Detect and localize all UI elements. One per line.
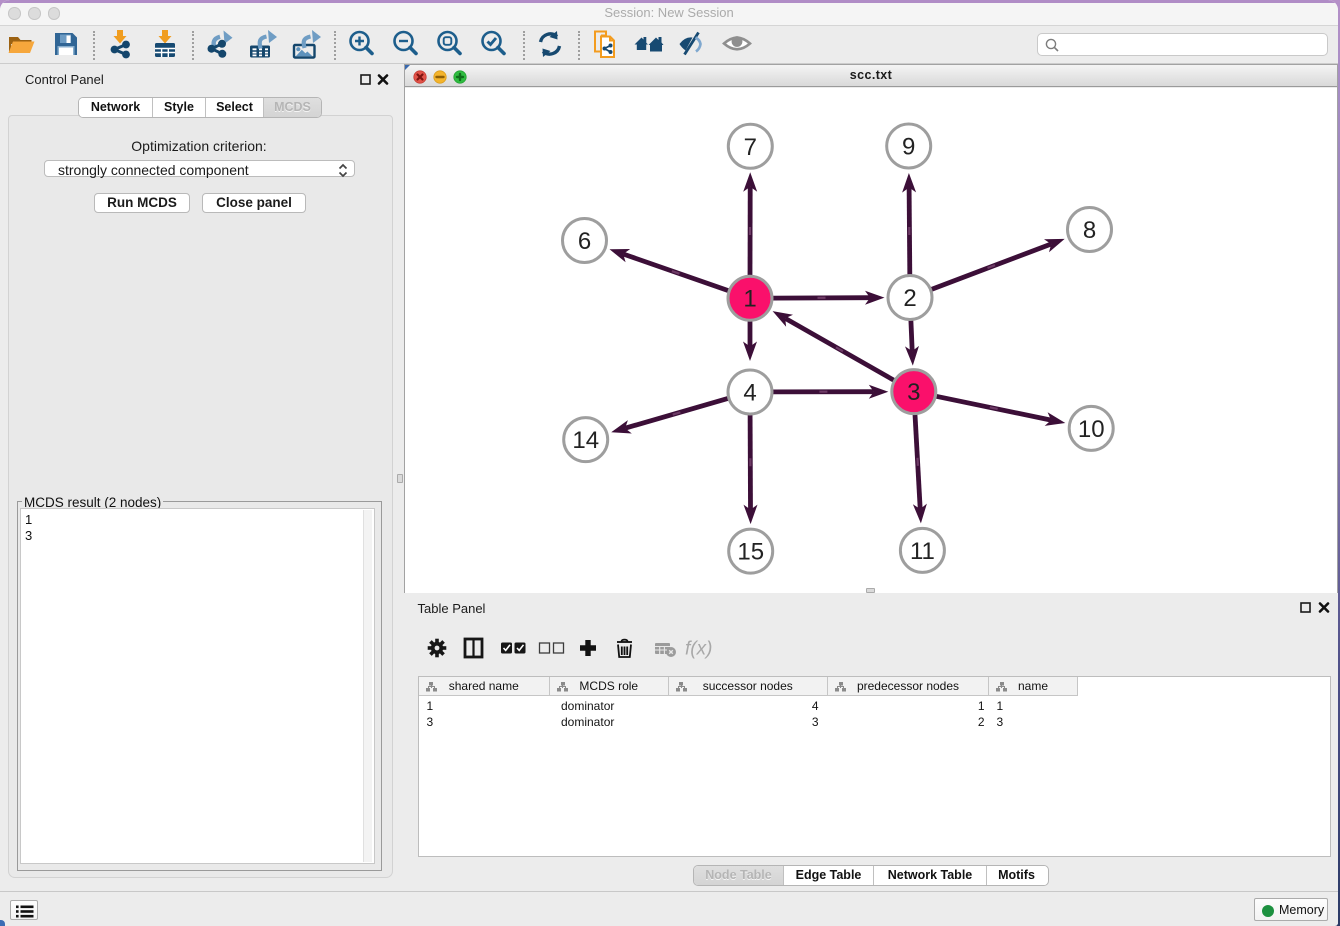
svg-text:7: 7 xyxy=(744,134,757,161)
svg-text:3: 3 xyxy=(907,379,920,406)
svg-text:9: 9 xyxy=(902,134,915,161)
svg-text:f(x): f(x) xyxy=(685,639,712,660)
svg-text:2: 2 xyxy=(903,285,916,312)
svg-text:6: 6 xyxy=(578,228,591,255)
svg-text:15: 15 xyxy=(737,539,764,566)
svg-text:11: 11 xyxy=(910,538,935,565)
svg-text:1: 1 xyxy=(743,286,756,313)
svg-text:10: 10 xyxy=(1078,416,1105,443)
svg-text:8: 8 xyxy=(1083,217,1096,244)
svg-text:4: 4 xyxy=(743,380,756,407)
svg-text:14: 14 xyxy=(572,427,599,454)
